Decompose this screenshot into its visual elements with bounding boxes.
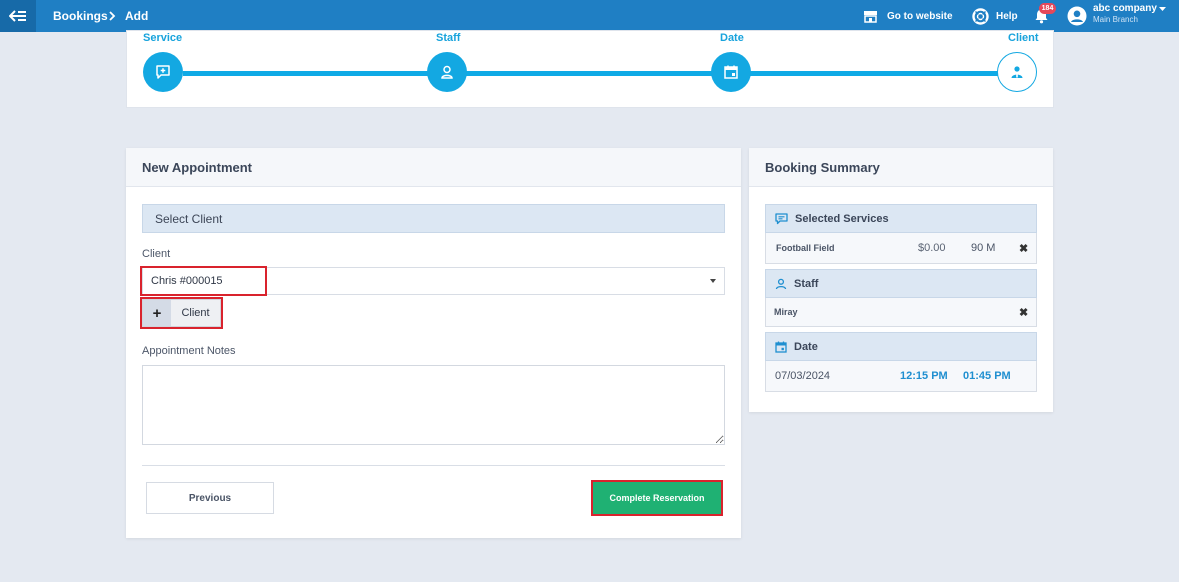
booking-summary-title: Booking Summary — [749, 148, 1053, 187]
new-appointment-card: New Appointment Select Client Client Chr… — [126, 148, 741, 538]
step-client[interactable] — [997, 52, 1037, 92]
staff-row: Miray ✖ — [765, 298, 1037, 327]
end-time: 01:45 PM — [963, 370, 1011, 382]
step-date[interactable] — [711, 52, 751, 92]
top-bar: Bookings Add Go to website Help 184 abc … — [0, 0, 1179, 32]
chevron-right-icon — [108, 0, 116, 32]
complete-reservation-highlight-box — [591, 480, 723, 516]
go-to-website-label: Go to website — [887, 10, 953, 22]
branch-name: Main Branch — [1093, 15, 1138, 24]
step-label-date: Date — [720, 32, 744, 44]
step-staff[interactable] — [427, 52, 467, 92]
calendar-icon — [775, 341, 787, 353]
staff-header: Staff — [765, 269, 1037, 298]
new-appointment-title: New Appointment — [126, 148, 741, 187]
breadcrumb-add: Add — [125, 9, 149, 23]
user-info[interactable]: abc company Main Branch — [1093, 3, 1157, 25]
help-label: Help — [996, 10, 1018, 22]
staff-name: Miray — [774, 307, 798, 317]
breadcrumb-bookings[interactable]: Bookings — [53, 0, 108, 32]
chat-icon — [775, 212, 788, 225]
date-title: Date — [794, 340, 818, 353]
staff-title: Staff — [794, 277, 819, 290]
caret-down-icon[interactable] — [1159, 7, 1166, 12]
step-label-client: Client — [1008, 32, 1039, 44]
date-row: 07/03/2024 12:15 PM 01:45 PM — [765, 361, 1037, 392]
service-price: $0.00 — [918, 242, 946, 254]
caret-down-icon — [710, 279, 716, 283]
chat-plus-icon — [156, 65, 170, 79]
appointment-notes-label: Appointment Notes — [142, 345, 236, 357]
selected-services-header: Selected Services — [765, 204, 1037, 233]
help-link[interactable]: Help — [972, 0, 1018, 32]
client-icon — [1011, 66, 1023, 78]
booking-summary-card: Booking Summary Selected Services Footba… — [749, 148, 1053, 412]
select-client-section: Select Client — [142, 204, 725, 233]
calendar-icon — [724, 65, 738, 79]
booking-date: 07/03/2024 — [775, 370, 831, 382]
add-client-highlight-box — [140, 297, 223, 329]
person-icon — [441, 65, 453, 79]
start-time: 12:15 PM — [900, 370, 948, 382]
lifebuoy-icon — [972, 7, 989, 25]
date-header: Date — [765, 332, 1037, 361]
company-name: abc company — [1093, 3, 1157, 14]
step-label-staff: Staff — [436, 32, 461, 44]
booking-stepper: Service Staff Date Client — [126, 30, 1054, 108]
appointment-notes-input[interactable] — [142, 365, 725, 445]
remove-staff-icon[interactable]: ✖ — [1019, 298, 1028, 326]
user-avatar-icon — [1067, 6, 1087, 26]
client-field-label: Client — [142, 248, 171, 260]
client-highlight-box — [140, 266, 267, 296]
previous-button[interactable]: Previous — [146, 482, 274, 514]
arrow-left-menu-icon — [9, 10, 26, 22]
step-label-service: Service — [143, 32, 183, 44]
menu-toggle-button[interactable] — [0, 0, 36, 32]
notification-badge: 184 — [1039, 3, 1056, 14]
stepper-progress-line — [183, 71, 1003, 76]
step-service[interactable] — [143, 52, 183, 92]
service-name: Football Field — [776, 243, 835, 253]
service-duration: 90 M — [971, 242, 996, 254]
divider — [142, 465, 725, 466]
person-icon — [775, 278, 787, 290]
remove-service-icon[interactable]: ✖ — [1019, 233, 1028, 263]
user-menu[interactable] — [1067, 0, 1087, 32]
go-to-website-link[interactable]: Go to website — [863, 0, 953, 32]
storefront-icon — [864, 10, 877, 23]
selected-services-title: Selected Services — [795, 212, 889, 225]
service-row: Football Field $0.00 90 M ✖ — [765, 233, 1037, 264]
